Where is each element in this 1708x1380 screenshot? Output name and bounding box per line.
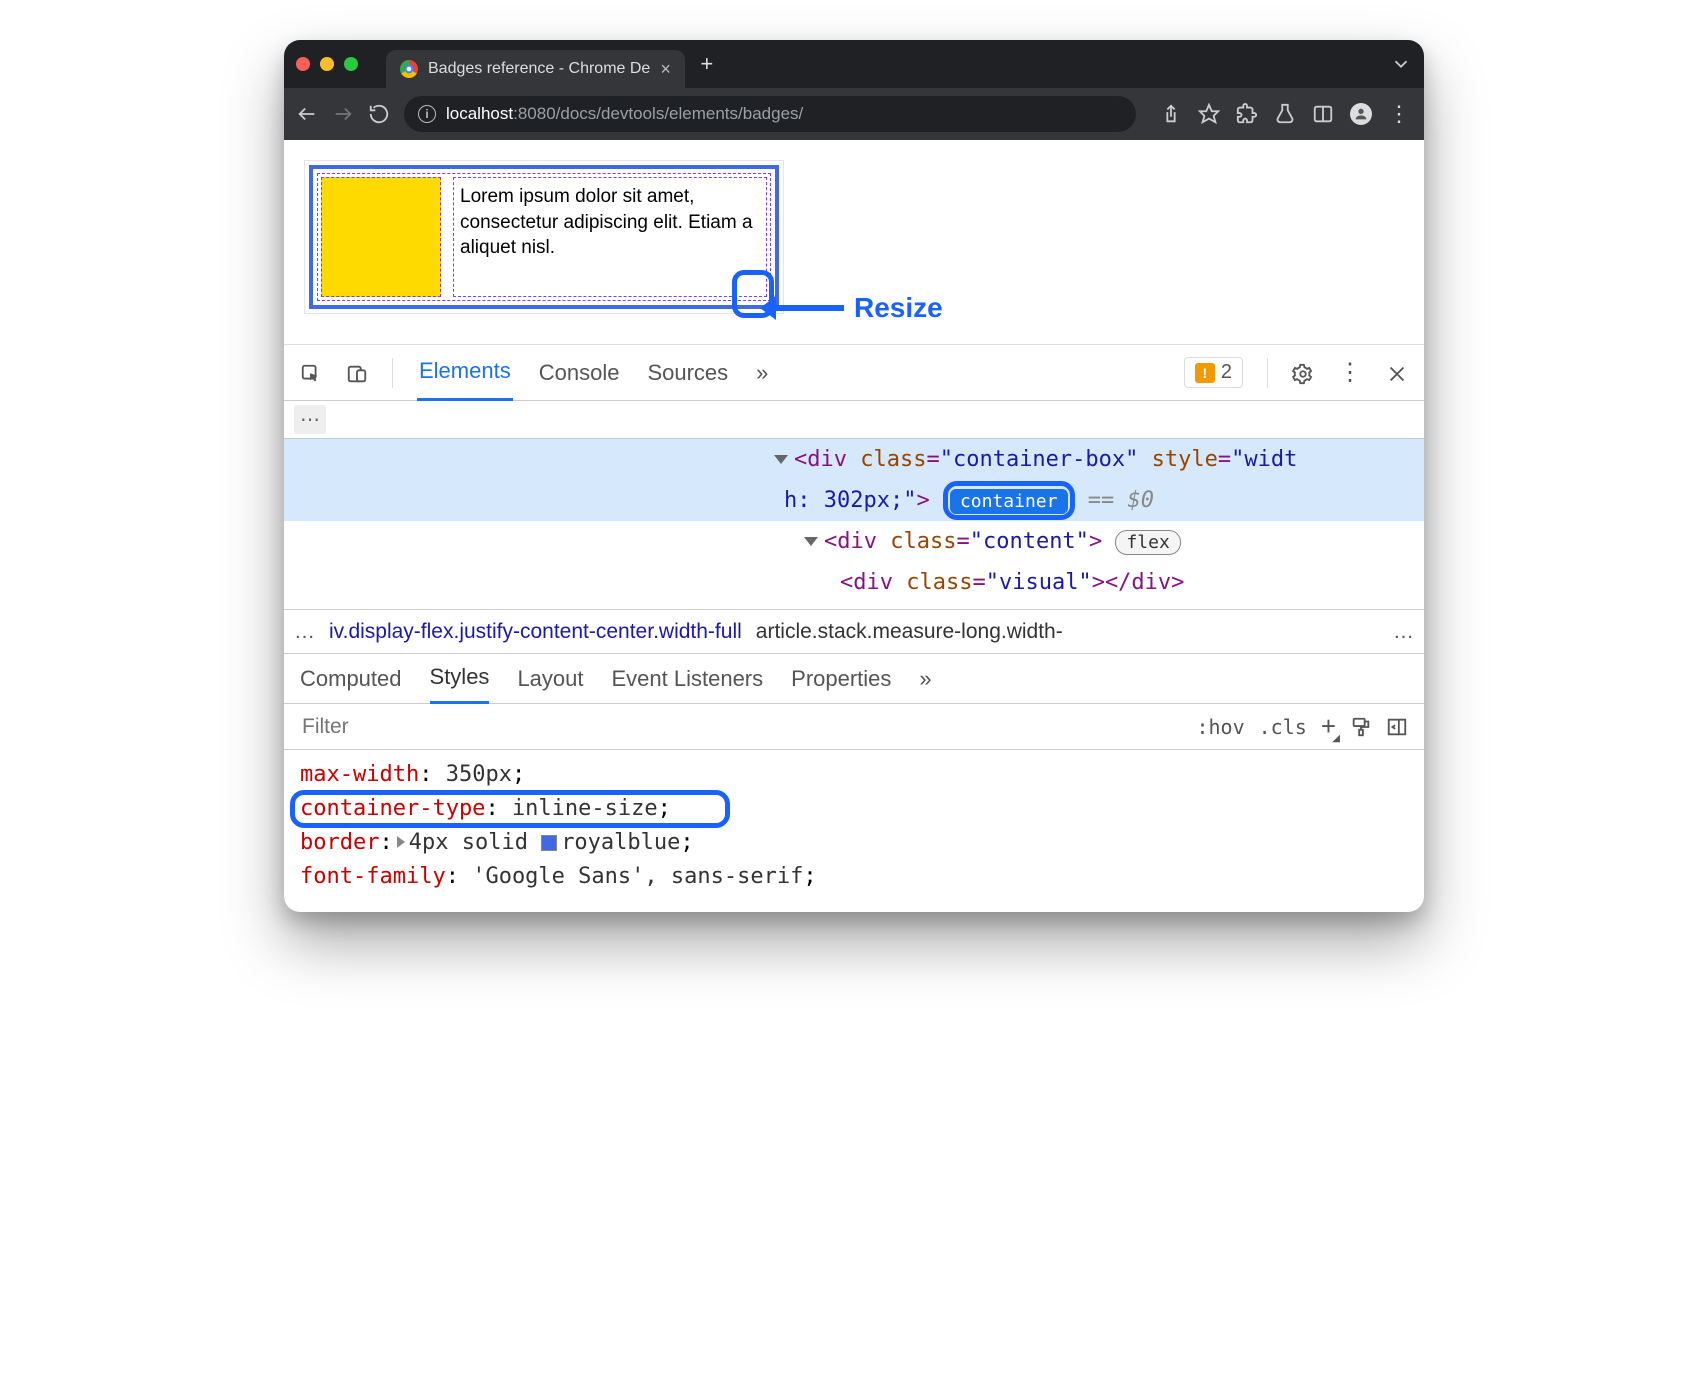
filter-input[interactable] <box>300 714 1182 740</box>
tabs-more-icon[interactable]: » <box>754 346 770 400</box>
dom-node-container-box[interactable]: <div class="container-box" style="widt <box>284 439 1424 480</box>
device-icon[interactable] <box>346 360 368 386</box>
paint-icon[interactable] <box>1350 715 1372 739</box>
toolbar-actions: ⋮ <box>1160 101 1412 127</box>
subtabs-more-icon[interactable]: » <box>919 666 931 692</box>
minimize-window-button[interactable] <box>320 57 334 71</box>
crumb-item[interactable]: iv.display-flex.justify-content-center.w… <box>329 620 742 644</box>
dom-breadcrumb-top: ⋯ <box>284 401 1424 439</box>
breadcrumb-more-icon[interactable]: ⋯ <box>294 405 326 434</box>
expand-shorthand-icon[interactable] <box>397 836 405 848</box>
css-decl[interactable]: border:4px solid royalblue; <box>300 826 1408 860</box>
extensions-icon[interactable] <box>1236 103 1258 125</box>
css-rules[interactable]: max-width: 350px; container-type: inline… <box>284 750 1424 912</box>
subtab-event-listeners[interactable]: Event Listeners <box>612 666 764 692</box>
url-path: :8080/docs/devtools/elements/badges/ <box>513 104 803 123</box>
warning-icon: ! <box>1195 363 1215 383</box>
profile-icon[interactable] <box>1350 103 1372 125</box>
devtools-close-icon[interactable] <box>1386 360 1408 386</box>
subtab-computed[interactable]: Computed <box>300 666 402 692</box>
tab-sources[interactable]: Sources <box>645 346 730 400</box>
window-controls <box>296 57 358 71</box>
close-window-button[interactable] <box>296 57 310 71</box>
browser-window: Badges reference - Chrome De × + i local… <box>284 40 1424 912</box>
bookmark-icon[interactable] <box>1198 103 1220 125</box>
inspect-icon[interactable] <box>300 360 322 386</box>
menu-icon[interactable]: ⋮ <box>1388 101 1412 127</box>
expand-icon[interactable] <box>774 455 788 464</box>
url-host: localhost <box>446 104 513 123</box>
subtab-properties[interactable]: Properties <box>791 666 891 692</box>
tab-elements[interactable]: Elements <box>417 344 513 401</box>
container-box[interactable]: Lorem ipsum dolor sit amet, consectetur … <box>309 165 779 309</box>
css-decl[interactable]: container-type: inline-size; <box>300 792 1408 826</box>
devtools-menu-icon[interactable]: ⋮ <box>1338 358 1362 387</box>
styles-subtabs: Computed Styles Layout Event Listeners P… <box>284 654 1424 704</box>
share-icon[interactable] <box>1160 103 1182 125</box>
css-decl[interactable]: max-width: 350px; <box>300 758 1408 792</box>
maximize-window-button[interactable] <box>344 57 358 71</box>
labs-icon[interactable] <box>1274 103 1296 125</box>
arrow-icon <box>774 305 844 311</box>
site-info-icon[interactable]: i <box>418 105 436 123</box>
browser-tab[interactable]: Badges reference - Chrome De × <box>386 50 685 88</box>
tabs-overflow-icon[interactable] <box>1390 53 1412 75</box>
new-tab-button[interactable]: + <box>693 50 721 78</box>
color-swatch[interactable] <box>541 835 557 851</box>
annotation: Resize <box>774 292 943 324</box>
styles-filter-row: :hov .cls +◢ <box>284 704 1424 750</box>
devtools-tabbar: Elements Console Sources » ! 2 ⋮ <box>284 345 1424 401</box>
chrome-icon <box>400 60 418 78</box>
container-badge[interactable]: container <box>950 489 1068 514</box>
close-tab-icon[interactable]: × <box>660 59 671 80</box>
crumb-scroll-left[interactable]: … <box>294 620 315 644</box>
back-button[interactable] <box>296 103 318 125</box>
new-style-button[interactable]: +◢ <box>1321 711 1336 742</box>
visual-box <box>321 177 441 297</box>
flex-badge[interactable]: flex <box>1115 530 1180 555</box>
issues-button[interactable]: ! 2 <box>1184 357 1243 388</box>
address-bar[interactable]: i localhost:8080/docs/devtools/elements/… <box>404 96 1136 132</box>
tab-console[interactable]: Console <box>537 346 622 400</box>
reload-button[interactable] <box>368 103 390 125</box>
selected-indicator: == $0 <box>1088 488 1154 513</box>
hov-button[interactable]: :hov <box>1196 715 1244 739</box>
dom-node-visual[interactable]: <div class="visual"></div> <box>284 562 1424 603</box>
subtab-styles[interactable]: Styles <box>430 653 490 704</box>
tab-title: Badges reference - Chrome De <box>428 60 650 78</box>
subtab-layout[interactable]: Layout <box>517 666 583 692</box>
forward-button[interactable] <box>332 103 354 125</box>
crumb-item[interactable]: article.stack.measure-long.width- <box>756 620 1063 644</box>
annotation-label: Resize <box>854 292 943 324</box>
page-viewport: Lorem ipsum dolor sit amet, consectetur … <box>284 140 1424 345</box>
expand-icon[interactable] <box>804 537 818 546</box>
css-decl[interactable]: font-family: 'Google Sans', sans-serif; <box>300 860 1408 894</box>
content-text: Lorem ipsum dolor sit amet, consectetur … <box>453 177 767 297</box>
container-badge-ring: container <box>943 481 1075 520</box>
dom-node-container-box-cont[interactable]: h: 302px;"> container == $0 <box>284 480 1424 521</box>
titlebar: Badges reference - Chrome De × + <box>284 40 1424 88</box>
crumb-scroll-right[interactable]: … <box>1393 620 1414 644</box>
toggle-sidebar-icon[interactable] <box>1386 715 1408 739</box>
dom-node-content[interactable]: <div class="content"> flex <box>284 521 1424 562</box>
dom-breadcrumbs[interactable]: … iv.display-flex.justify-content-center… <box>284 610 1424 654</box>
cls-button[interactable]: .cls <box>1259 715 1307 739</box>
dom-tree[interactable]: <div class="container-box" style="widt h… <box>284 439 1424 610</box>
issues-count: 2 <box>1221 361 1232 384</box>
toolbar: i localhost:8080/docs/devtools/elements/… <box>284 88 1424 140</box>
panel-icon[interactable] <box>1312 103 1334 125</box>
settings-icon[interactable] <box>1292 360 1314 386</box>
